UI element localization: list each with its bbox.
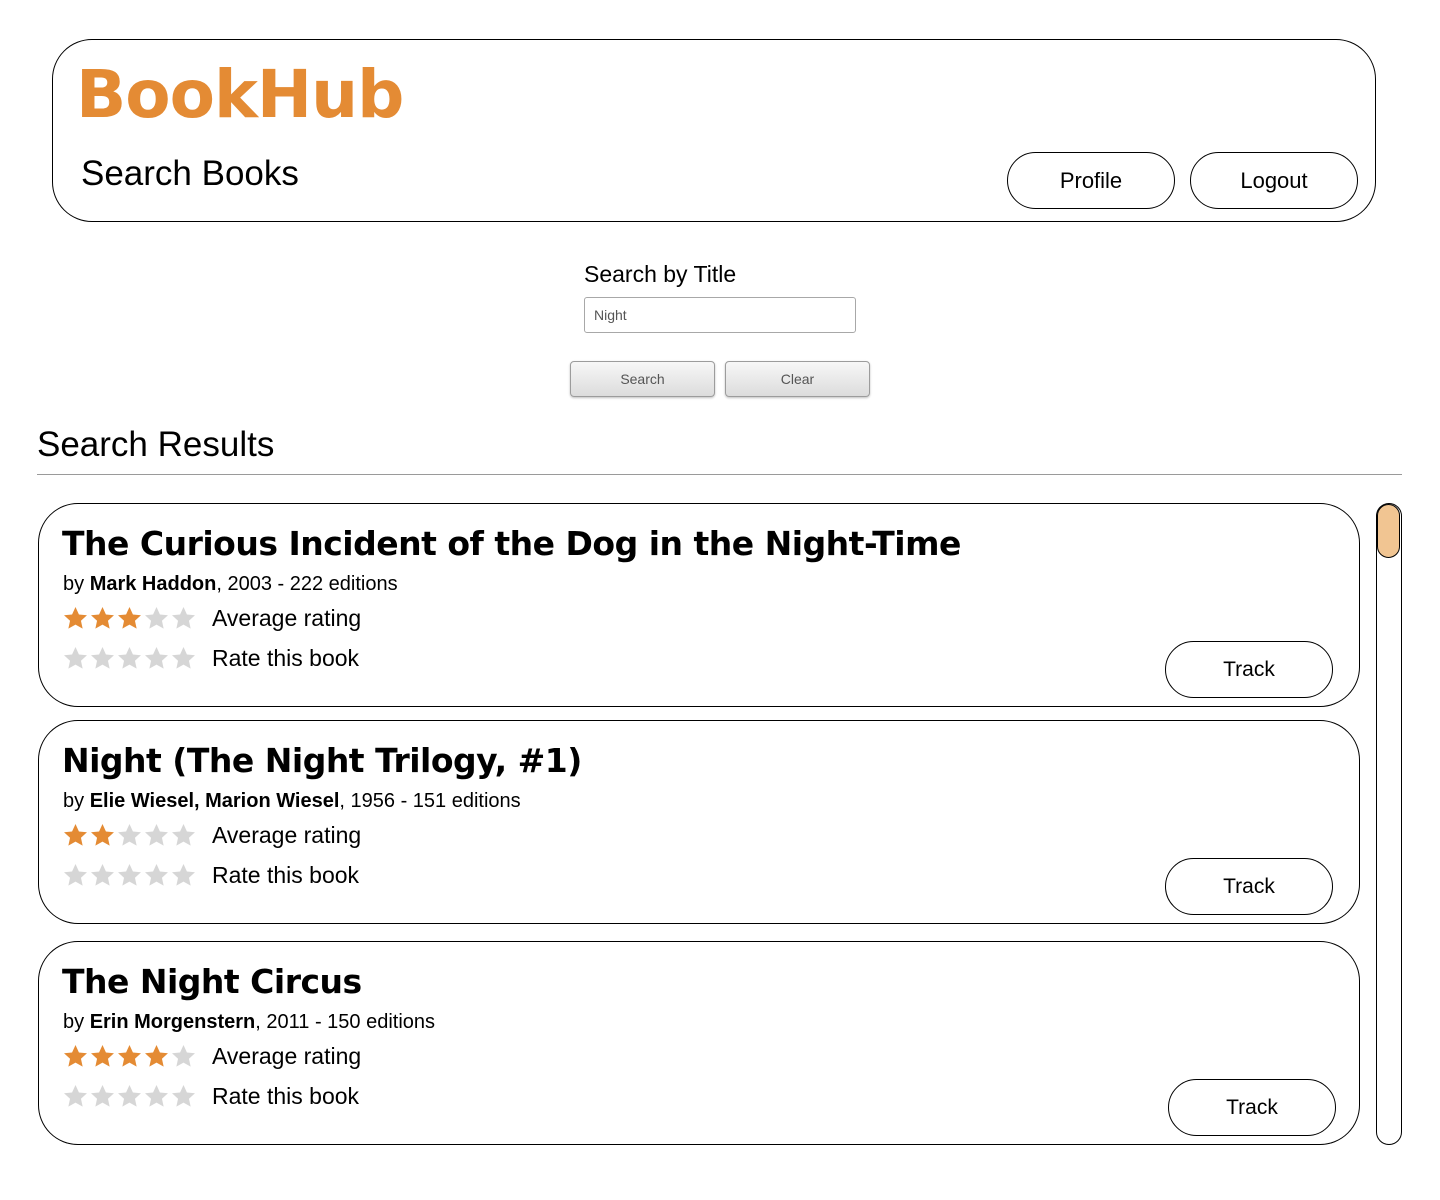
star-icon (170, 822, 197, 849)
star-icon (143, 822, 170, 849)
results-scrollbar[interactable] (1376, 503, 1402, 1145)
star-icon[interactable] (143, 862, 170, 889)
rate-book-stars (62, 645, 198, 672)
average-rating-stars (62, 605, 198, 632)
user-rating: Rate this book (62, 643, 359, 673)
average-rating: Average rating (62, 603, 361, 633)
star-icon (89, 822, 116, 849)
average-rating: Average rating (62, 1041, 361, 1071)
star-icon (170, 1043, 197, 1070)
book-title[interactable]: The Curious Incident of the Dog in the N… (62, 524, 961, 564)
book-card: The Night Circus by Erin Morgenstern, 20… (38, 941, 1360, 1145)
search-label: Search by Title (584, 261, 737, 287)
book-title[interactable]: Night (The Night Trilogy, #1) (62, 741, 582, 781)
book-details: , 1956 - 151 editions (339, 790, 521, 812)
page-title: Search Books (81, 154, 299, 193)
search-input[interactable] (584, 297, 856, 333)
rate-book-stars (62, 862, 198, 889)
star-icon[interactable] (62, 645, 89, 672)
book-card: Night (The Night Trilogy, #1) by Elie Wi… (38, 720, 1360, 924)
by-prefix: by (63, 1011, 90, 1033)
track-button[interactable]: Track (1165, 641, 1333, 698)
book-meta: by Erin Morgenstern, 2011 - 150 editions (63, 1010, 435, 1034)
star-icon[interactable] (116, 862, 143, 889)
star-icon[interactable] (62, 862, 89, 889)
star-icon (62, 1043, 89, 1070)
by-prefix: by (63, 573, 90, 595)
star-icon (170, 605, 197, 632)
book-title[interactable]: The Night Circus (62, 962, 362, 1002)
star-icon[interactable] (89, 645, 116, 672)
average-rating-label: Average rating (212, 1042, 362, 1069)
rate-book-label: Rate this book (212, 861, 360, 888)
star-icon[interactable] (89, 1083, 116, 1110)
user-rating: Rate this book (62, 1081, 359, 1111)
track-button[interactable]: Track (1165, 858, 1333, 915)
star-icon[interactable] (62, 1083, 89, 1110)
star-icon[interactable] (116, 645, 143, 672)
star-icon[interactable] (170, 862, 197, 889)
average-rating-label: Average rating (212, 821, 362, 848)
results-list: The Curious Incident of the Dog in the N… (38, 503, 1361, 1148)
star-icon[interactable] (89, 862, 116, 889)
app-logo: BookHub (76, 56, 404, 133)
search-button[interactable]: Search (570, 361, 715, 397)
star-icon[interactable] (170, 645, 197, 672)
scrollbar-thumb[interactable] (1377, 504, 1400, 558)
average-rating: Average rating (62, 820, 361, 850)
star-icon (116, 605, 143, 632)
book-details: , 2011 - 150 editions (255, 1011, 436, 1033)
logout-button[interactable]: Logout (1190, 152, 1358, 209)
star-icon (62, 605, 89, 632)
star-icon (62, 822, 89, 849)
star-icon (89, 1043, 116, 1070)
star-icon[interactable] (116, 1083, 143, 1110)
profile-button[interactable]: Profile (1007, 152, 1175, 209)
user-rating: Rate this book (62, 860, 359, 890)
star-icon (89, 605, 116, 632)
star-icon (116, 822, 143, 849)
by-prefix: by (63, 790, 90, 812)
average-rating-stars (62, 822, 198, 849)
average-rating-stars (62, 1043, 198, 1070)
star-icon (143, 605, 170, 632)
average-rating-label: Average rating (212, 604, 362, 631)
track-button[interactable]: Track (1168, 1079, 1336, 1136)
star-icon[interactable] (143, 645, 170, 672)
book-details: , 2003 - 222 editions (216, 573, 398, 595)
app-header: BookHub Search Books Profile Logout (52, 39, 1376, 222)
book-author: Mark Haddon (89, 573, 217, 595)
book-author: Erin Morgenstern (89, 1011, 256, 1033)
star-icon (143, 1043, 170, 1070)
results-divider (37, 474, 1402, 475)
rate-book-label: Rate this book (212, 1082, 360, 1109)
results-heading: Search Results (37, 425, 275, 464)
star-icon[interactable] (143, 1083, 170, 1110)
rate-book-label: Rate this book (212, 644, 360, 671)
clear-button[interactable]: Clear (725, 361, 870, 397)
star-icon (116, 1043, 143, 1070)
book-card: The Curious Incident of the Dog in the N… (38, 503, 1360, 707)
star-icon[interactable] (170, 1083, 197, 1110)
book-author: Elie Wiesel, Marion Wiesel (89, 790, 340, 812)
book-meta: by Elie Wiesel, Marion Wiesel, 1956 - 15… (63, 789, 521, 813)
rate-book-stars (62, 1083, 198, 1110)
book-meta: by Mark Haddon, 2003 - 222 editions (63, 572, 398, 596)
